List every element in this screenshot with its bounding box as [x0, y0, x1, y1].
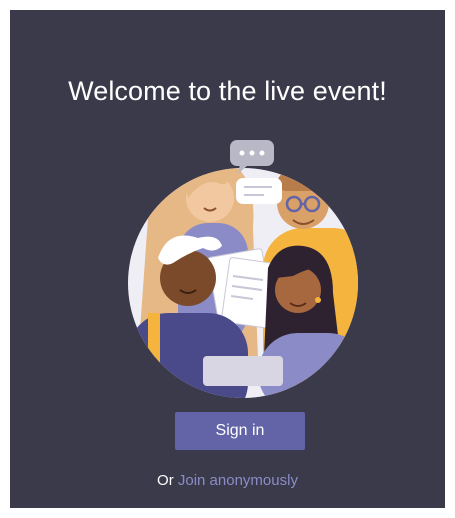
welcome-panel: Welcome to the live event! Sign in Or Jo… [10, 10, 445, 508]
message-bubble-icon [236, 178, 282, 204]
welcome-title: Welcome to the live event! [68, 76, 387, 106]
sign-in-button[interactable]: Sign in [175, 412, 305, 450]
or-label: Or [157, 472, 174, 489]
join-row: Or Join anonymously [10, 472, 445, 489]
people-chat-illustration [128, 140, 358, 398]
join-anonymously-link[interactable]: Join anonymously [178, 472, 298, 489]
